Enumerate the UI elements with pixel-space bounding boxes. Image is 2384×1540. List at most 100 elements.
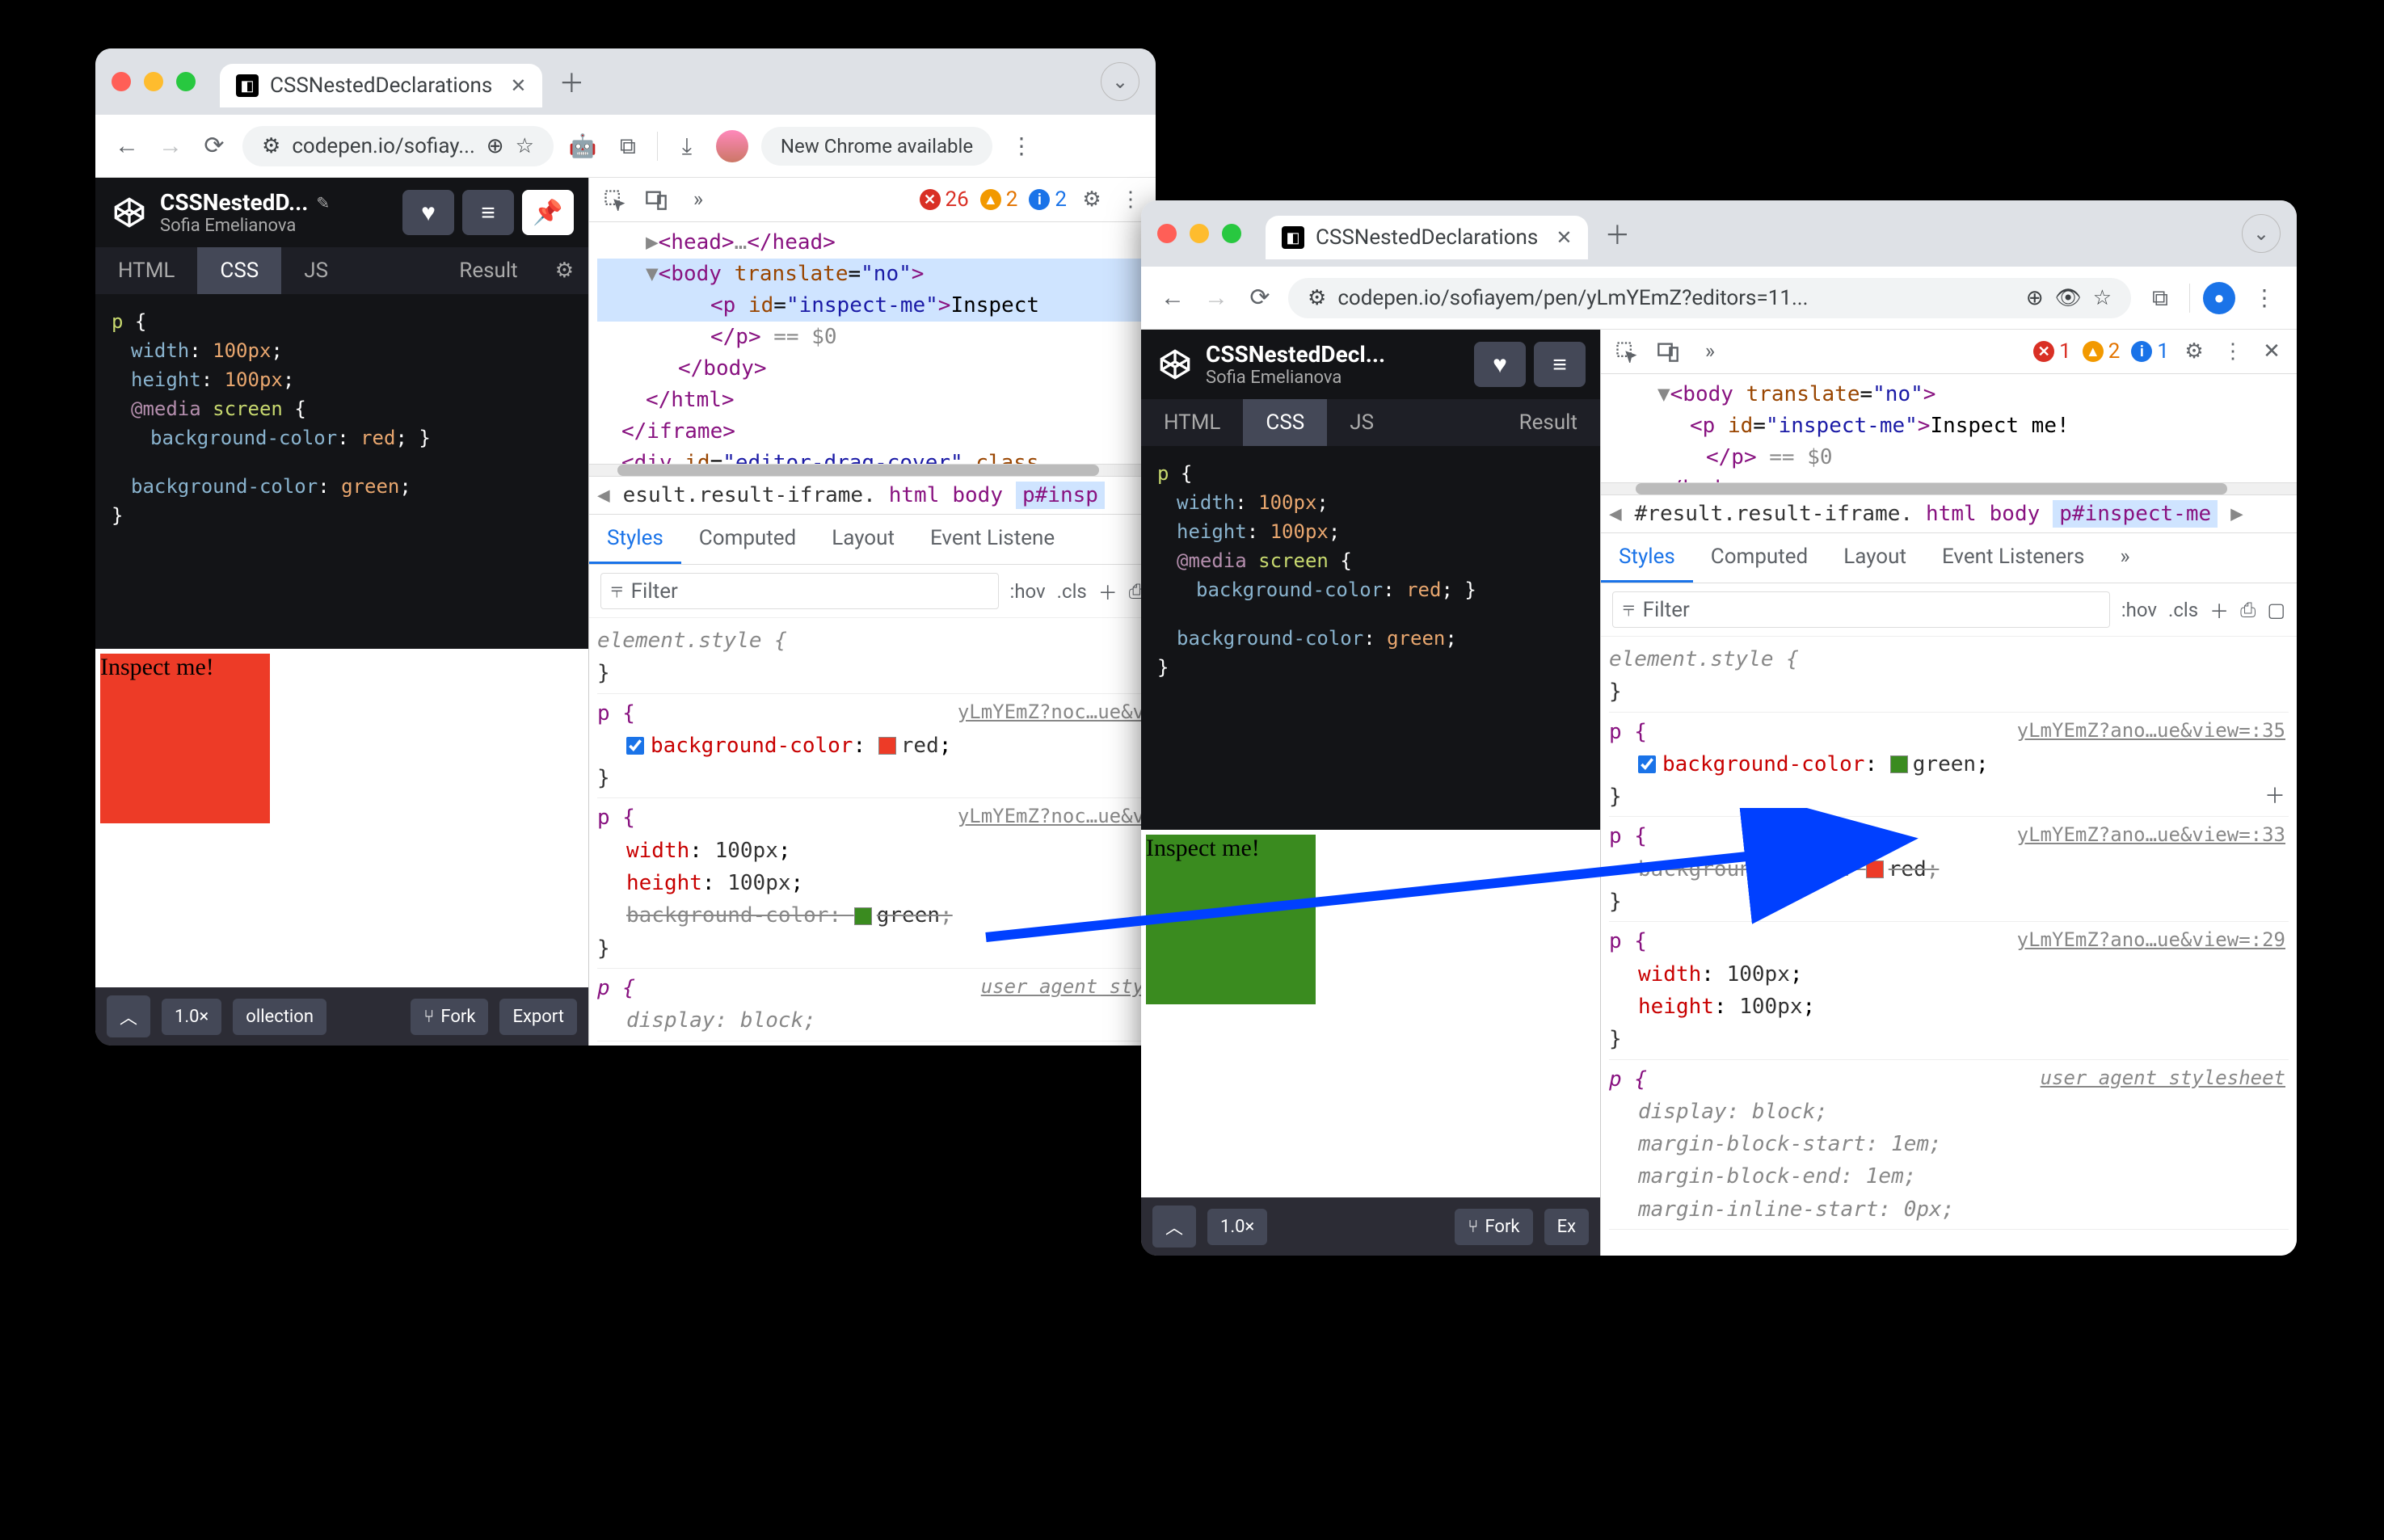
reload-button[interactable]: ⟳ <box>1245 283 1275 313</box>
toggle-rendering-icon[interactable]: ▢ <box>2267 599 2285 621</box>
download-icon[interactable]: ⤓ <box>671 130 703 162</box>
export-button[interactable]: Ex <box>1544 1209 1589 1245</box>
incognito-icon[interactable]: 👁 <box>2055 286 2082 310</box>
add-property-icon[interactable]: ＋ <box>2264 781 2285 813</box>
minimize-window-button[interactable] <box>144 72 163 91</box>
devtools-more-icon[interactable]: » <box>1696 338 1724 365</box>
tab-html[interactable]: HTML <box>1141 399 1243 446</box>
settings-button[interactable]: ≡ <box>1534 342 1586 387</box>
tab-css[interactable]: CSS <box>197 247 281 294</box>
close-devtools-icon[interactable]: ✕ <box>2258 338 2285 365</box>
styles-more-icon[interactable]: » <box>2102 533 2147 583</box>
settings-button[interactable]: ≡ <box>462 190 514 235</box>
tab-result[interactable]: Result <box>436 247 540 294</box>
settings-icon[interactable]: ⚙ <box>2180 338 2208 365</box>
fork-button[interactable]: ⑂Fork <box>411 999 488 1035</box>
breadcrumb-body[interactable]: body <box>1990 502 2041 526</box>
extensions-icon[interactable]: ⧉ <box>612 130 644 162</box>
elements-scrollbar[interactable] <box>589 465 1156 476</box>
info-badge[interactable]: i1 <box>2131 339 2169 364</box>
back-button[interactable]: ← <box>1157 283 1188 313</box>
address-field[interactable]: ⚙ codepen.io/sofiay... ⊕ ☆ <box>242 126 554 166</box>
tab-js[interactable]: JS <box>281 247 351 294</box>
footer-expand-button[interactable]: ︿ <box>107 995 150 1037</box>
tab-js[interactable]: JS <box>1327 399 1396 446</box>
browser-tab[interactable]: ◧ CSSNestedDeclarations ✕ <box>1266 216 1588 259</box>
elements-scrollbar[interactable] <box>1601 483 2297 494</box>
tab-layout[interactable]: Layout <box>1826 533 1924 583</box>
breadcrumb-p[interactable]: p#inspect-me <box>2053 500 2218 528</box>
warnings-badge[interactable]: ▲2 <box>980 187 1018 212</box>
back-button[interactable]: ← <box>112 131 142 162</box>
collapse-tabs-button[interactable]: ⌄ <box>1101 62 1139 101</box>
inspect-icon[interactable] <box>1612 338 1640 365</box>
pin-button[interactable]: 📌 <box>522 190 574 235</box>
style-source-link[interactable]: yLmYEmZ?ano…ue&view=:35 <box>2017 716 2285 746</box>
breadcrumb-html[interactable]: html <box>889 483 940 507</box>
forward-button[interactable]: → <box>1201 283 1232 313</box>
reload-button[interactable]: ⟳ <box>199 131 230 162</box>
css-editor[interactable]: p { width: 100px; height: 100px; @media … <box>95 294 588 649</box>
tab-html[interactable]: HTML <box>95 247 197 294</box>
bookmark-icon[interactable]: ☆ <box>2093 286 2112 310</box>
devtools-menu-icon[interactable]: ⋮ <box>2219 338 2247 365</box>
new-style-icon[interactable]: ＋ <box>2209 595 2229 624</box>
filter-input[interactable]: ⫧Filter <box>600 573 999 609</box>
heart-button[interactable]: ♥ <box>1474 342 1526 387</box>
cls-toggle[interactable]: .cls <box>2168 599 2198 621</box>
crumb-prev-icon[interactable]: ◀ <box>1609 502 1622 526</box>
robot-icon[interactable]: 🤖 <box>567 130 599 162</box>
close-window-button[interactable] <box>112 72 131 91</box>
breadcrumb-iframe[interactable]: #result.result-iframe. <box>1635 502 1913 526</box>
elements-tree[interactable]: ▶<head>…</head> ▼<body translate="no"> <… <box>589 222 1156 465</box>
device-toggle-icon[interactable] <box>1654 338 1682 365</box>
edit-title-icon[interactable]: ✎ <box>316 193 330 212</box>
fork-button[interactable]: ⑂Fork <box>1455 1209 1532 1245</box>
new-style-icon[interactable]: ＋ <box>1098 577 1118 605</box>
zoom-icon[interactable]: ⊕ <box>486 134 504 158</box>
forward-button[interactable]: → <box>155 131 186 162</box>
toggle-computed-icon[interactable]: ⎙ <box>2240 599 2256 621</box>
property-checkbox[interactable] <box>626 737 644 755</box>
tab-settings-icon[interactable]: ⚙ <box>541 247 588 294</box>
styles-pane[interactable]: element.style { } yLmYEmZ?noc…ue&v p { b… <box>589 618 1156 1045</box>
breadcrumb-html[interactable]: html <box>1926 502 1977 526</box>
warnings-badge[interactable]: ▲2 <box>2083 339 2121 364</box>
collapse-tabs-button[interactable]: ⌄ <box>2242 214 2281 253</box>
tab-result[interactable]: Result <box>1497 399 1600 446</box>
errors-badge[interactable]: ✕26 <box>920 187 969 212</box>
hov-toggle[interactable]: :hov <box>2121 599 2157 621</box>
filter-input[interactable]: ⫧Filter <box>1612 591 2110 628</box>
tab-event-listeners[interactable]: Event Listeners <box>1924 533 2102 583</box>
extensions-icon[interactable]: ⧉ <box>2144 282 2176 314</box>
cls-toggle[interactable]: .cls <box>1057 580 1087 603</box>
tab-styles[interactable]: Styles <box>1601 533 1693 583</box>
zoom-label[interactable]: 1.0× <box>162 999 221 1035</box>
errors-badge[interactable]: ✕1 <box>2033 339 2071 364</box>
maximize-window-button[interactable] <box>176 72 196 91</box>
heart-button[interactable]: ♥ <box>402 190 454 235</box>
tab-computed[interactable]: Computed <box>1693 533 1826 583</box>
site-settings-icon[interactable]: ⚙ <box>1308 286 1326 310</box>
export-button[interactable]: Export <box>499 999 577 1035</box>
zoom-icon[interactable]: ⊕ <box>2026 286 2044 310</box>
breadcrumb-p[interactable]: p#insp <box>1016 482 1105 509</box>
inspect-me-element[interactable]: Inspect me! <box>1146 835 1316 1004</box>
update-chrome-button[interactable]: New Chrome available <box>761 127 992 166</box>
property-checkbox[interactable] <box>1638 755 1656 773</box>
style-source-link[interactable]: yLmYEmZ?noc…ue&v <box>958 697 1144 727</box>
tab-layout[interactable]: Layout <box>814 515 912 564</box>
color-swatch-red[interactable] <box>1866 860 1884 878</box>
elements-tree[interactable]: ▼<body translate="no"> <p id="inspect-me… <box>1601 374 2297 483</box>
inspect-icon[interactable] <box>600 186 628 213</box>
profile-avatar[interactable] <box>716 130 748 162</box>
devtools-menu-icon[interactable]: ⋮ <box>1117 186 1144 213</box>
site-settings-icon[interactable]: ⚙ <box>262 134 280 158</box>
tab-event-listeners[interactable]: Event Listene <box>912 515 1072 564</box>
zoom-label[interactable]: 1.0× <box>1207 1209 1267 1245</box>
color-swatch-green[interactable] <box>854 907 872 925</box>
close-tab-icon[interactable]: ✕ <box>1556 226 1572 249</box>
address-field[interactable]: ⚙ codepen.io/sofiayem/pen/yLmYEmZ?editor… <box>1288 278 2131 318</box>
styles-pane[interactable]: element.style { } yLmYEmZ?ano…ue&view=:3… <box>1601 637 2297 1233</box>
browser-tab[interactable]: ◧ CSSNestedDeclarations ✕ <box>220 64 542 107</box>
